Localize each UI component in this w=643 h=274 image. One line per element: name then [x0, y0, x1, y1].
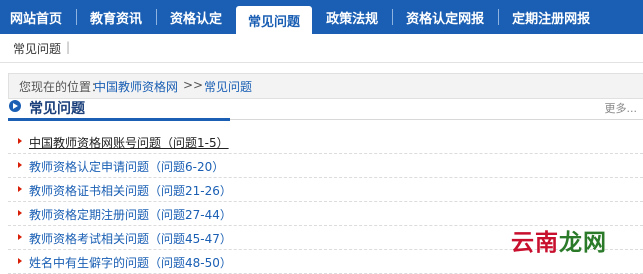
triangle-bullet-icon [18, 186, 22, 192]
subnav-separator: | [66, 40, 71, 54]
nav-item-qualification-online[interactable]: 资格认定网报 [392, 0, 498, 34]
main-nav: 网站首页 教育资讯 资格认定 常见问题 政策法规 资格认定网报 定期注册网报 [0, 0, 643, 34]
watermark-part-2: 龙网 [559, 230, 607, 256]
list-item-link[interactable]: 教师资格定期注册问题（问题27-44） [29, 206, 232, 223]
play-circle-icon [9, 100, 21, 112]
nav-item-policy[interactable]: 政策法规 [312, 0, 392, 34]
sub-nav: 常见问题 | [0, 34, 643, 63]
breadcrumb-link-home[interactable]: 中国教师资格网 [94, 78, 178, 95]
list-item-link[interactable]: 教师资格证书相关问题（问题21-26） [29, 182, 232, 199]
breadcrumb: 您现在的位置： 中国教师资格网 >> 常见问题 [8, 73, 643, 99]
nav-item-home[interactable]: 网站首页 [0, 0, 76, 34]
triangle-bullet-icon [18, 138, 22, 144]
list-item[interactable]: 中国教师资格网账号问题（问题1-5） [8, 130, 643, 154]
list-item[interactable]: 教师资格证书相关问题（问题21-26） [8, 178, 643, 202]
site-watermark: 云南龙网 [511, 223, 607, 257]
nav-item-faq[interactable]: 常见问题 [236, 6, 313, 34]
section-header: 常见问题 更多... [8, 98, 643, 120]
list-item-link[interactable]: 教师资格考试相关问题（问题45-47） [29, 230, 232, 247]
more-link[interactable]: 更多... [605, 100, 638, 116]
subnav-item-faq[interactable]: 常见问题 [13, 40, 61, 57]
section-accent-bar [8, 118, 230, 121]
watermark-part-1: 云南 [511, 230, 559, 256]
list-item[interactable]: 教师资格认定申请问题（问题6-20） [8, 154, 643, 178]
breadcrumb-current[interactable]: 常见问题 [204, 78, 252, 95]
section-title: 常见问题 [29, 101, 85, 117]
nav-item-education-news[interactable]: 教育资讯 [76, 0, 156, 34]
triangle-bullet-icon [18, 258, 22, 264]
list-item-link[interactable]: 中国教师资格网账号问题（问题1-5） [29, 134, 229, 151]
breadcrumb-separator: >> [183, 78, 204, 92]
list-item-link[interactable]: 姓名中有生僻字的问题（问题48-50） [29, 254, 232, 271]
list-item-link[interactable]: 教师资格认定申请问题（问题6-20） [29, 158, 224, 175]
triangle-bullet-icon [18, 210, 22, 216]
nav-item-qualification[interactable]: 资格认定 [156, 0, 236, 34]
triangle-bullet-icon [18, 162, 22, 168]
triangle-bullet-icon [18, 234, 22, 240]
breadcrumb-prefix: 您现在的位置： [19, 80, 104, 94]
nav-item-registration-online[interactable]: 定期注册网报 [498, 0, 604, 34]
